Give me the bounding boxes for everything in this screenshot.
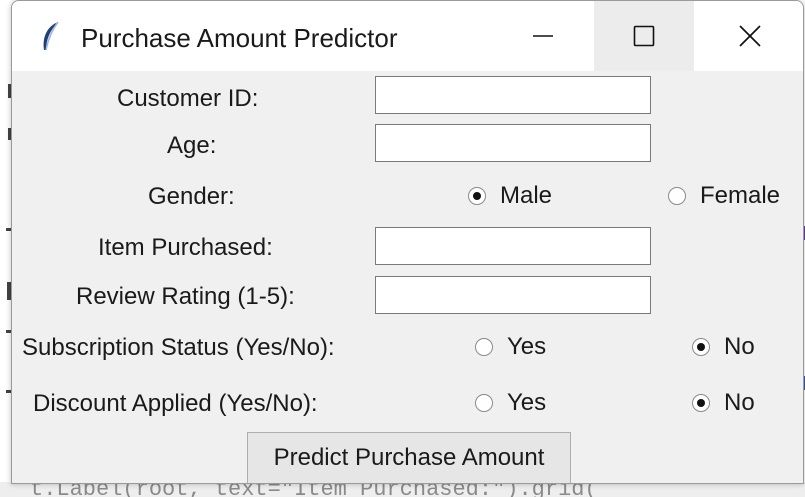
predict-purchase-amount-button[interactable]: Predict Purchase Amount (247, 432, 571, 483)
close-button[interactable] (700, 1, 800, 71)
background-code-text: t.Label(root, text="Item Purchased:").gr… (30, 482, 598, 497)
gender-male-radio[interactable]: Male (468, 182, 552, 210)
age-input[interactable] (375, 124, 651, 162)
app-window: Purchase Amount Predictor Customer ID: A… (11, 0, 804, 484)
item-purchased-input[interactable] (375, 227, 651, 265)
minimize-icon (533, 35, 553, 37)
discount-no-label: No (724, 389, 755, 416)
subscription-no-label: No (724, 333, 755, 360)
maximize-icon (633, 25, 655, 47)
subscription-yes-radio[interactable]: Yes (475, 333, 546, 361)
radio-selected-icon (692, 338, 710, 356)
close-icon (739, 25, 761, 47)
customer-id-input[interactable] (375, 76, 651, 114)
subscription-status-label: Subscription Status (Yes/No): (22, 334, 335, 361)
feather-icon (43, 21, 59, 51)
gender-male-label: Male (500, 182, 553, 209)
gender-female-radio[interactable]: Female (668, 182, 780, 210)
customer-id-label: Customer ID: (117, 85, 259, 112)
discount-yes-radio[interactable]: Yes (475, 389, 546, 417)
radio-unselected-icon (668, 187, 686, 205)
age-label: Age: (167, 132, 217, 159)
discount-no-radio[interactable]: No (692, 389, 755, 417)
maximize-button[interactable] (594, 1, 694, 71)
item-purchased-label: Item Purchased: (98, 234, 273, 261)
radio-selected-icon (692, 394, 710, 412)
radio-unselected-icon (475, 338, 493, 356)
review-rating-label: Review Rating (1-5): (76, 283, 295, 310)
radio-selected-icon (468, 187, 486, 205)
review-rating-input[interactable] (375, 276, 651, 314)
radio-unselected-icon (475, 394, 493, 412)
form-area: Customer ID: Age: Gender: Male Female It… (12, 71, 803, 483)
gender-label: Gender: (148, 183, 235, 210)
discount-applied-label: Discount Applied (Yes/No): (33, 390, 318, 417)
gender-female-label: Female (700, 182, 781, 209)
subscription-no-radio[interactable]: No (692, 333, 755, 361)
discount-yes-label: Yes (507, 389, 547, 416)
subscription-yes-label: Yes (507, 333, 547, 360)
title-bar[interactable]: Purchase Amount Predictor (12, 1, 803, 71)
minimize-button[interactable] (493, 1, 593, 71)
window-title: Purchase Amount Predictor (81, 23, 398, 53)
